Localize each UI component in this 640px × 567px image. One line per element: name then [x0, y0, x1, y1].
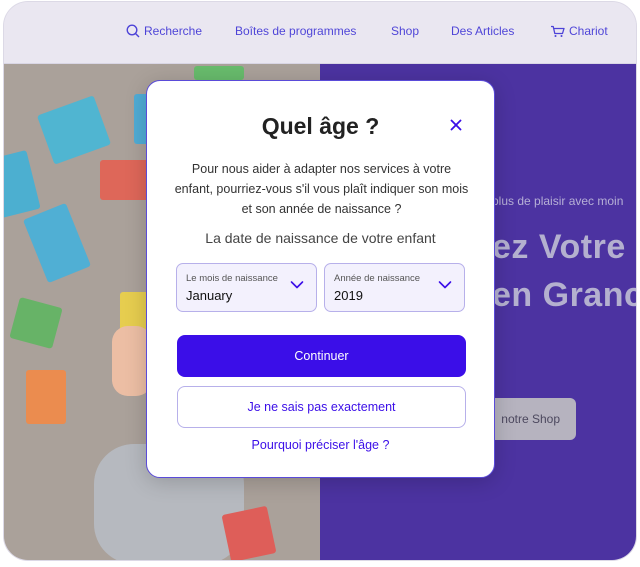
birth-year-select[interactable]: Année de naissance 2019 — [324, 263, 465, 312]
birth-month-value: January — [186, 288, 233, 303]
unknown-age-button[interactable]: Je ne sais pas exactement — [177, 386, 466, 428]
birthdate-heading: La date de naissance de votre enfant — [205, 230, 436, 246]
close-button[interactable] — [448, 117, 464, 133]
modal-title: Quel âge ? — [261, 113, 380, 139]
chevron-down-icon — [438, 281, 452, 289]
chevron-down-icon — [290, 281, 304, 289]
age-modal: Quel âge ? Pour nous aider à adapter nos… — [146, 80, 495, 478]
modal-description: Pour nous aider à adapter nos services à… — [174, 162, 469, 216]
why-age-link[interactable]: Pourquoi préciser l'âge ? — [147, 438, 494, 452]
continue-button[interactable]: Continuer — [177, 335, 466, 377]
birth-month-label: Le mois de naissance — [186, 273, 278, 284]
birth-month-select[interactable]: Le mois de naissance January — [176, 263, 317, 312]
birth-year-label: Année de naissance — [334, 273, 421, 284]
close-icon — [450, 119, 462, 131]
birth-year-value: 2019 — [334, 288, 363, 303]
